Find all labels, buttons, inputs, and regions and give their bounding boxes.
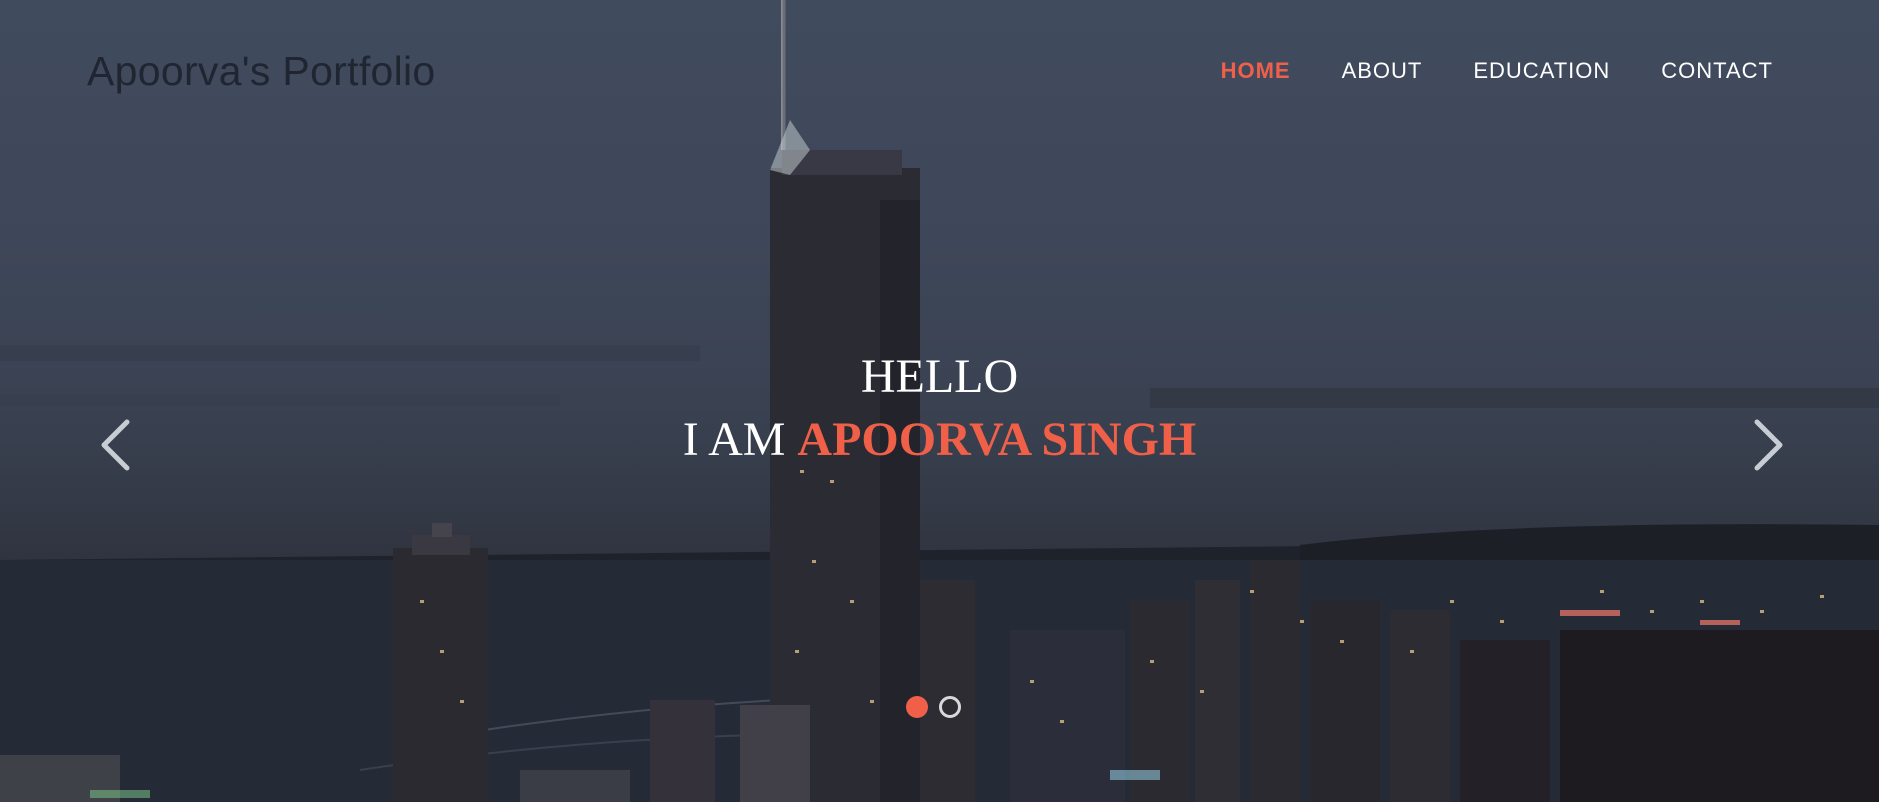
nav-item-home[interactable]: HOME [1221,58,1291,84]
nav-item-education[interactable]: EDUCATION [1473,58,1610,84]
carousel-prev-button[interactable] [92,410,142,480]
hero-name: APOORVA SINGH [797,413,1197,466]
nav-menu: HOME ABOUT EDUCATION CONTACT [1221,58,1773,84]
carousel-indicator-1[interactable] [906,696,928,718]
hero-greeting: HELLO [860,350,1019,403]
carousel-next-button[interactable] [1742,410,1792,480]
chevron-left-icon [101,419,130,471]
carousel-indicator-2[interactable] [939,696,961,718]
hero-intro-line: I AM APOORVA SINGH [0,406,1879,474]
chevron-right-icon [1754,419,1783,471]
navbar: Apoorva's Portfolio HOME ABOUT EDUCATION… [0,0,1879,140]
hero-carousel: Apoorva's Portfolio HOME ABOUT EDUCATION… [0,0,1879,802]
brand-title[interactable]: Apoorva's Portfolio [87,48,436,95]
hero-intro: I AM [682,413,786,466]
carousel-indicators [906,696,961,718]
hero-caption: HELLO I AM APOORVA SINGH [0,348,1879,474]
nav-item-contact[interactable]: CONTACT [1661,58,1773,84]
nav-item-about[interactable]: ABOUT [1342,58,1423,84]
